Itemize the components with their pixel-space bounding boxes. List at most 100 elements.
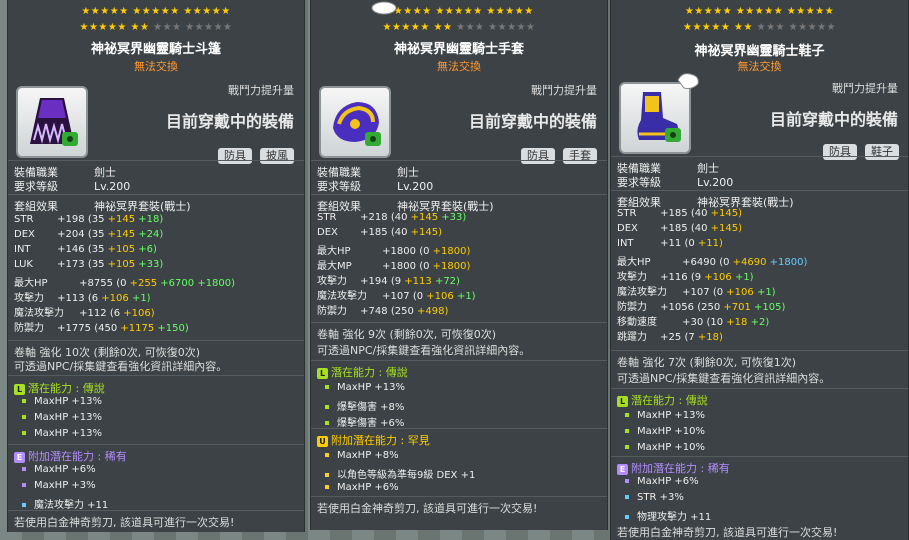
stat-name: 攻擊力	[14, 293, 44, 304]
stat-row: STR +218 (40 +145 +33)	[317, 212, 466, 223]
equipped-label: 目前穿戴中的裝備	[165, 112, 294, 131]
star-force-row: ★★★★★ ★★ ★★★ ★★★★★	[382, 22, 536, 33]
stat-bonus: +145)	[707, 208, 743, 219]
stat-row: DEX +185 (40 +145)	[617, 223, 742, 234]
stat-total: +204	[54, 229, 85, 240]
scissors-note: 若使用白金神奇剪刀, 該道具可進行一次交易!	[617, 526, 838, 539]
stat-star: +1)	[453, 291, 476, 302]
divider	[8, 194, 304, 195]
stat-bonus: +145	[104, 214, 136, 225]
stat-total: +748	[357, 306, 388, 317]
stat-name: STR	[317, 212, 337, 223]
trade-status: 無法交換	[737, 60, 782, 73]
stat-total: +218	[357, 212, 388, 223]
stat-total: +1056	[657, 302, 695, 313]
star-force-row: ★★★★★ ★★★★★ ★★★★★	[684, 6, 835, 17]
stat-total: +116	[657, 272, 688, 283]
stat-total: +107	[679, 287, 710, 298]
stat-bonus: +1800)	[429, 261, 471, 272]
stat-row: 最大MP +1800 (0 +1800)	[317, 257, 470, 272]
stat-name: 移動速度	[617, 317, 657, 328]
stat-base: (250	[387, 306, 414, 317]
stat-name: LUK	[14, 259, 33, 270]
stat-total: +1800	[379, 261, 417, 272]
stat-base: (9	[687, 272, 702, 283]
stat-row: 魔法攻擊力 +112 (6 +106)	[14, 304, 155, 319]
star-force-row: ★★★★★ ★★★★★ ★★★★★	[384, 6, 534, 17]
stat-bonus: +1175	[117, 323, 155, 334]
potential-header: L 潛在能力 : 傳說	[14, 380, 105, 396]
divider	[8, 340, 304, 341]
tag-gloves: 手套	[563, 148, 597, 164]
stat-bonus: +145)	[407, 227, 443, 238]
stat-star: +150)	[154, 323, 189, 334]
stat-row: 跳躍力 +25 (7 +18)	[617, 328, 723, 343]
npc-info: 可透過NPC/採集鍵查看強化資訊詳細內容。	[14, 360, 228, 373]
stat-base: (10	[703, 317, 724, 328]
stat-bonus: +106	[723, 287, 754, 298]
additional-line: MaxHP +8%	[325, 450, 399, 461]
stat-base: (40	[687, 223, 708, 234]
stat-bonus: +106)	[120, 308, 155, 319]
item-title: 神祕冥界幽靈騎士鞋子	[694, 44, 825, 59]
divider	[611, 350, 908, 351]
stat-name: DEX	[14, 229, 35, 240]
stat-total: +1775	[54, 323, 92, 334]
star-force-row: ★★★★★ ★★ ★★★ ★★★★★	[682, 22, 837, 33]
stat-base: (40	[387, 212, 408, 223]
stat-base: (0	[416, 246, 430, 257]
additional-potential-header: U 附加潛在能力 : 罕見	[317, 432, 430, 448]
additional-line: 魔法攻擊力 +11	[22, 496, 108, 511]
level-row: 要求等級 Lv.200	[617, 176, 734, 189]
divider	[611, 388, 908, 389]
divider	[8, 160, 304, 161]
stat-row: 防禦力 +748 (250 +498)	[317, 302, 448, 317]
potential-line: MaxHP +13%	[22, 412, 102, 423]
star-force-row: ★★★★★ ★★ ★★★ ★★★★★	[79, 22, 233, 33]
stat-star: +105)	[750, 302, 786, 313]
potential-line: MaxHP +13%	[22, 396, 102, 407]
level-row: 要求等級 Lv.200	[14, 180, 131, 193]
combat-power-label: 戰鬥力提升量	[531, 84, 597, 97]
tooltip-shoes: ★★★★★ ★★★★★ ★★★★★ ★★★★★ ★★ ★★★ ★★★★★ 神祕冥…	[610, 0, 909, 540]
stat-total: +173	[54, 259, 85, 270]
divider	[311, 194, 607, 195]
stat-base: (9	[387, 276, 402, 287]
additional-line: MaxHP +6%	[325, 482, 399, 493]
scroll-info: 卷軸 強化 9次 (剩餘0次, 可恢復0次)	[317, 328, 497, 341]
stat-row: LUK +173 (35 +105 +33)	[14, 259, 163, 270]
stat-row: INT +11 (0 +11)	[617, 238, 723, 249]
scroll-info: 卷軸 強化 7次 (剩餘0次, 可恢復1次)	[617, 356, 797, 369]
stat-bonus: +18	[723, 317, 748, 328]
stat-name: 防禦力	[317, 306, 347, 317]
stat-base: (0	[709, 287, 724, 298]
stat-name: 防禦力	[14, 323, 44, 334]
potential-line: MaxHP +13%	[325, 382, 405, 393]
legend-badge-icon: L	[14, 384, 25, 395]
tag-armor: 防具	[521, 148, 555, 164]
divider	[611, 156, 908, 157]
stat-name: INT	[14, 244, 31, 255]
stat-base: (40	[387, 227, 408, 238]
stat-row: STR +185 (40 +145)	[617, 208, 742, 219]
stat-name: DEX	[317, 227, 338, 238]
divider	[311, 496, 607, 497]
stat-bonus: +145	[104, 229, 136, 240]
stat-base: (0	[416, 261, 430, 272]
scissors-note: 若使用白金神奇剪刀, 該道具可進行一次交易!	[317, 502, 538, 515]
stat-name: 魔法攻擊力	[317, 291, 367, 302]
item-icon-gloves	[319, 86, 391, 158]
stat-star: +1)	[753, 287, 776, 298]
stat-name: 最大MP	[317, 261, 352, 272]
stat-base: (0	[113, 278, 127, 289]
divider	[8, 510, 304, 511]
hand-cursor-icon	[676, 70, 702, 90]
stat-total: +6490	[679, 257, 717, 268]
stat-star: +24)	[135, 229, 164, 240]
item-title: 神祕冥界幽靈騎士手套	[393, 42, 524, 57]
divider	[8, 375, 304, 376]
scissors-note: 若使用白金神奇剪刀, 該道具可進行一次交易!	[14, 516, 235, 529]
stat-total: +185	[657, 223, 688, 234]
item-icon-cape	[16, 86, 88, 158]
stat-row: 攻擊力 +116 (9 +106 +1)	[617, 268, 754, 283]
